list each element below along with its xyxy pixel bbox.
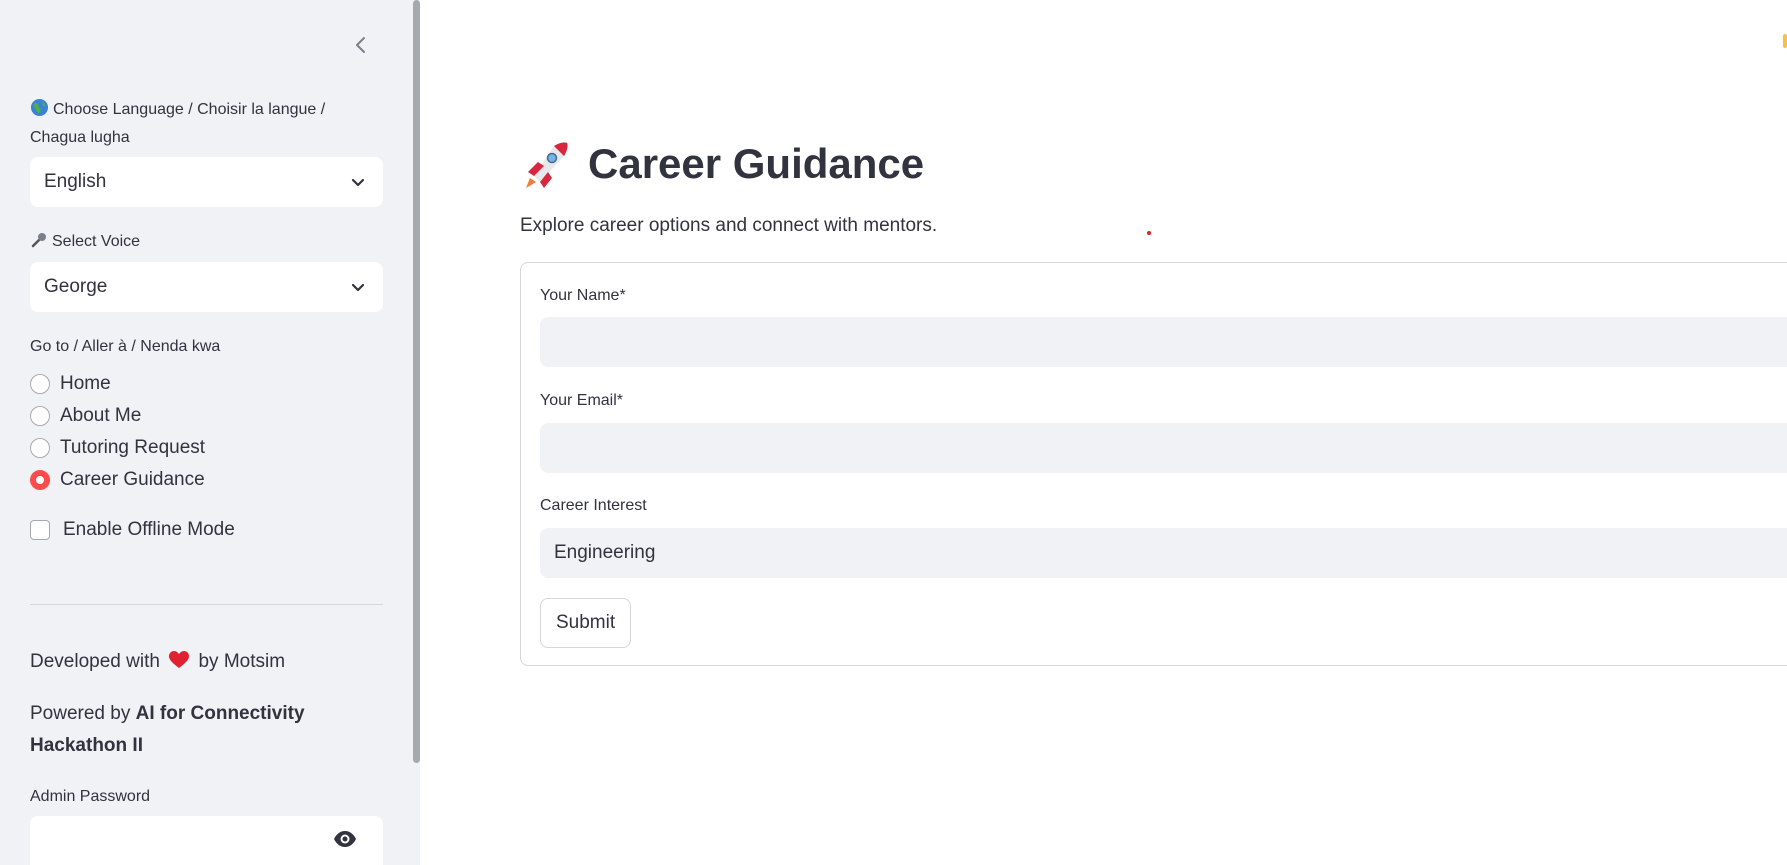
collapse-sidebar-button[interactable] — [348, 32, 374, 58]
admin-password-input[interactable] — [30, 816, 383, 865]
nav-item-label: Home — [60, 373, 111, 394]
career-interest-value: Engineering — [554, 542, 656, 563]
offline-mode-checkbox[interactable]: Enable Offline Mode — [30, 516, 235, 544]
page-subtitle: Explore career options and connect with … — [520, 215, 938, 236]
radio-button-selected[interactable] — [30, 470, 50, 490]
sidebar-divider — [30, 604, 383, 605]
language-select-value: English — [44, 171, 107, 192]
microphone-icon — [31, 233, 46, 248]
radio-button[interactable] — [30, 438, 50, 458]
checkbox[interactable] — [30, 520, 50, 540]
voice-select[interactable]: George — [30, 262, 383, 312]
offline-mode-label: Enable Offline Mode — [63, 519, 235, 540]
rocket-icon — [526, 142, 568, 188]
heart-icon — [169, 651, 190, 668]
email-label: Your Email* — [540, 392, 624, 409]
nav-item-home[interactable]: Home — [30, 370, 111, 398]
powered-by-text: Powered by AI for Connectivity Hackathon… — [30, 698, 330, 762]
chevron-down-icon — [351, 283, 365, 292]
language-select[interactable]: English — [30, 157, 383, 207]
language-label: Choose Language / Choisir la langue / Ch… — [30, 96, 360, 152]
powered-prefix: Powered by — [30, 703, 131, 724]
nav-item-label: Career Guidance — [60, 469, 205, 490]
voice-label: Select Voice — [30, 228, 140, 256]
radio-button[interactable] — [30, 374, 50, 394]
chevron-left-icon — [356, 37, 365, 53]
nav-item-career-guidance[interactable]: Career Guidance — [30, 466, 205, 494]
voice-label-text: Select Voice — [52, 233, 141, 250]
submit-button[interactable]: Submit — [540, 598, 632, 648]
nav-item-tutoring-request[interactable]: Tutoring Request — [30, 434, 205, 462]
page-title: Career Guidance — [520, 134, 924, 194]
cursor-dot — [1147, 231, 1151, 235]
developed-suffix: by Motsim — [198, 651, 286, 672]
language-label-text: Choose Language / Choisir la langue / Ch… — [30, 101, 326, 146]
name-input[interactable] — [540, 317, 1787, 367]
nav-item-label: Tutoring Request — [60, 437, 206, 458]
sidebar-scrollbar[interactable] — [413, 0, 420, 763]
nav-label: Go to / Aller à / Nenda kwa — [30, 338, 221, 355]
career-form: Your Name* Your Email* Career Interest E… — [520, 262, 1787, 666]
nav-item-about-me[interactable]: About Me — [30, 402, 141, 430]
voice-select-value: George — [44, 276, 108, 297]
eye-icon[interactable] — [333, 830, 357, 848]
nav-item-label: About Me — [60, 405, 142, 426]
career-interest-select[interactable]: Engineering — [540, 528, 1787, 578]
sidebar: Choose Language / Choisir la langue / Ch… — [0, 0, 420, 865]
developed-by-text: Developed with by Motsim — [30, 646, 285, 678]
career-interest-label: Career Interest — [540, 497, 647, 514]
page-title-text: Career Guidance — [588, 140, 925, 187]
chevron-down-icon — [351, 178, 365, 187]
status-indicator — [1783, 34, 1787, 48]
developed-prefix: Developed with — [30, 651, 160, 672]
email-input[interactable] — [540, 423, 1787, 473]
admin-password-label: Admin Password — [30, 788, 151, 805]
name-label: Your Name* — [540, 287, 626, 304]
radio-button[interactable] — [30, 406, 50, 426]
main-content: Career Guidance Explore career options a… — [420, 0, 1787, 865]
globe-icon — [30, 98, 49, 117]
